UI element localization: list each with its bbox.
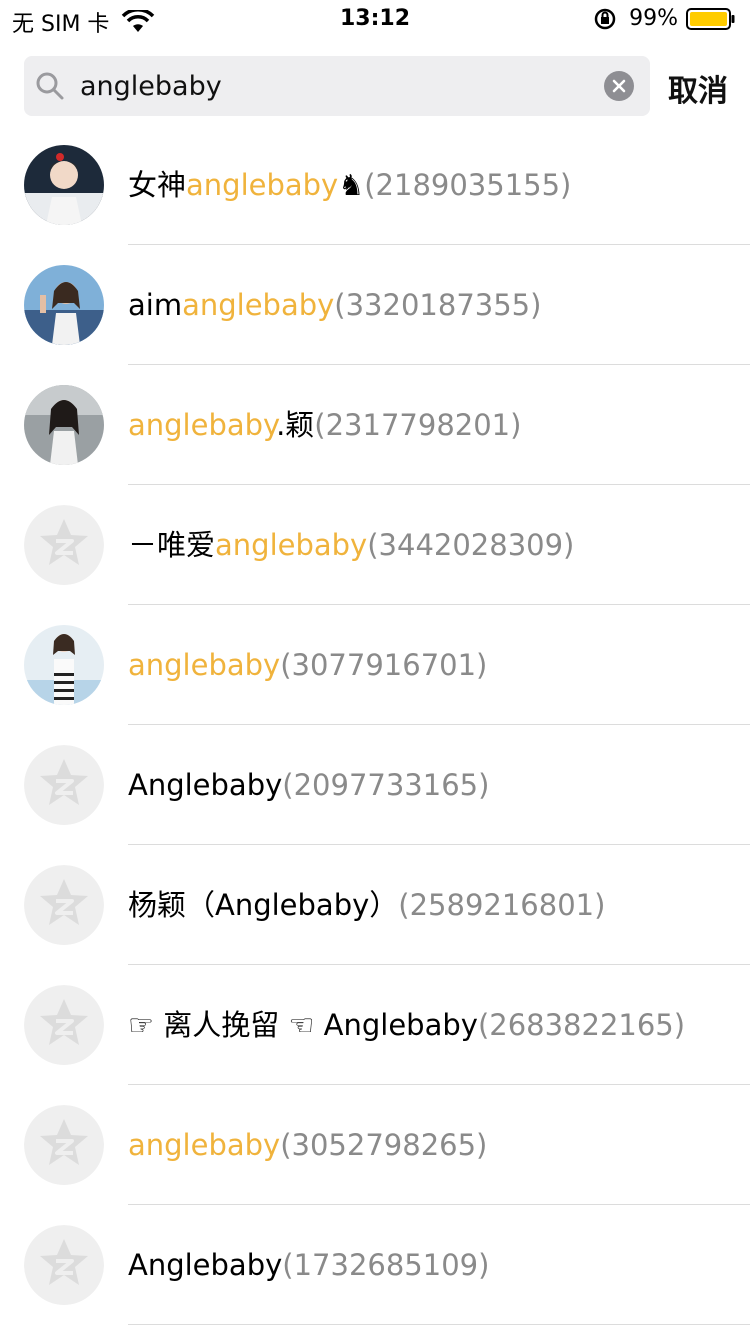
result-name-text: ♞ — [338, 168, 365, 202]
result-account-number: (3077916701) — [280, 648, 488, 682]
search-box[interactable] — [24, 56, 650, 116]
result-row[interactable]: anglebaby(3052798265) — [0, 1085, 750, 1205]
result-account-number: (2589216801) — [398, 888, 606, 922]
result-name-text: aim — [128, 288, 183, 322]
result-row[interactable]: aimanglebaby(3320187355) — [0, 245, 750, 365]
result-name: －唯爱anglebaby(3442028309) — [128, 525, 574, 565]
search-input[interactable] — [80, 56, 600, 116]
result-row[interactable]: 女神anglebaby♞(2189035155) — [0, 125, 750, 245]
avatar — [24, 265, 104, 345]
rotation-lock-icon — [594, 8, 616, 29]
result-name-text: ☞ 离人挽留 ☜ Anglebaby — [128, 1008, 478, 1042]
status-bar: 无 SIM 卡 13:12 99% — [0, 0, 750, 40]
result-name-text: Anglebaby — [128, 1248, 283, 1282]
default-avatar-icon — [24, 1225, 104, 1305]
result-name: 女神anglebaby♞(2189035155) — [128, 165, 571, 205]
result-match-highlight: anglebaby — [128, 648, 281, 682]
result-match-highlight: anglebaby — [128, 408, 277, 442]
battery-percent: 99% — [629, 6, 678, 31]
result-name: Anglebaby(2097733165) — [128, 765, 489, 805]
result-row[interactable]: anglebaby.颖(2317798201) — [0, 365, 750, 485]
search-results-list: 女神anglebaby♞(2189035155) aimanglebaby(332… — [0, 125, 750, 1325]
default-avatar-icon — [24, 505, 104, 585]
result-account-number: (2189035155) — [364, 168, 572, 202]
result-name: aimanglebaby(3320187355) — [128, 285, 541, 325]
result-match-highlight: anglebaby — [215, 528, 368, 562]
result-match-highlight: anglebaby — [182, 288, 335, 322]
result-row[interactable]: 杨颖（Anglebaby）(2589216801) — [0, 845, 750, 965]
default-avatar-icon — [24, 865, 104, 945]
result-row[interactable]: Anglebaby(2097733165) — [0, 725, 750, 845]
cancel-button[interactable]: 取消 — [668, 66, 728, 110]
search-row: 取消 — [0, 56, 750, 116]
result-name-text: .颖 — [276, 408, 315, 442]
result-account-number: (2317798201) — [314, 408, 522, 442]
result-name-text: －唯爱 — [128, 528, 216, 562]
avatar — [24, 625, 104, 705]
result-name-text: 女神 — [128, 168, 187, 202]
result-account-number: (3052798265) — [280, 1128, 488, 1162]
battery-area: 99% — [593, 6, 736, 31]
row-divider — [128, 1324, 750, 1325]
result-name-text: 杨颖（Anglebaby） — [128, 888, 399, 922]
result-account-number: (3320187355) — [334, 288, 542, 322]
default-avatar-icon — [24, 1105, 104, 1185]
default-avatar-icon — [24, 745, 104, 825]
default-avatar-icon — [24, 985, 104, 1065]
result-name: Anglebaby(1732685109) — [128, 1245, 489, 1285]
result-row[interactable]: －唯爱anglebaby(3442028309) — [0, 485, 750, 605]
result-match-highlight: anglebaby — [186, 168, 339, 202]
result-name-text: Anglebaby — [128, 768, 283, 802]
result-name: 杨颖（Anglebaby）(2589216801) — [128, 885, 605, 925]
result-match-highlight: anglebaby — [128, 1128, 281, 1162]
battery-icon — [686, 7, 735, 30]
result-account-number: (1732685109) — [282, 1248, 490, 1282]
result-name: anglebaby(3052798265) — [128, 1125, 487, 1165]
result-row[interactable]: anglebaby(3077916701) — [0, 605, 750, 725]
result-account-number: (2683822165) — [477, 1008, 686, 1042]
result-name: anglebaby.颖(2317798201) — [128, 405, 521, 445]
result-row[interactable]: Anglebaby(1732685109) — [0, 1205, 750, 1325]
clear-search-icon[interactable] — [604, 71, 634, 101]
result-account-number: (3442028309) — [367, 528, 575, 562]
result-name: ☞ 离人挽留 ☜ Anglebaby(2683822165) — [128, 1005, 685, 1045]
search-icon — [36, 72, 64, 100]
result-name: anglebaby(3077916701) — [128, 645, 487, 685]
result-account-number: (2097733165) — [282, 768, 490, 802]
avatar — [24, 145, 104, 225]
avatar — [24, 385, 104, 465]
result-row[interactable]: ☞ 离人挽留 ☜ Anglebaby(2683822165) — [0, 965, 750, 1085]
